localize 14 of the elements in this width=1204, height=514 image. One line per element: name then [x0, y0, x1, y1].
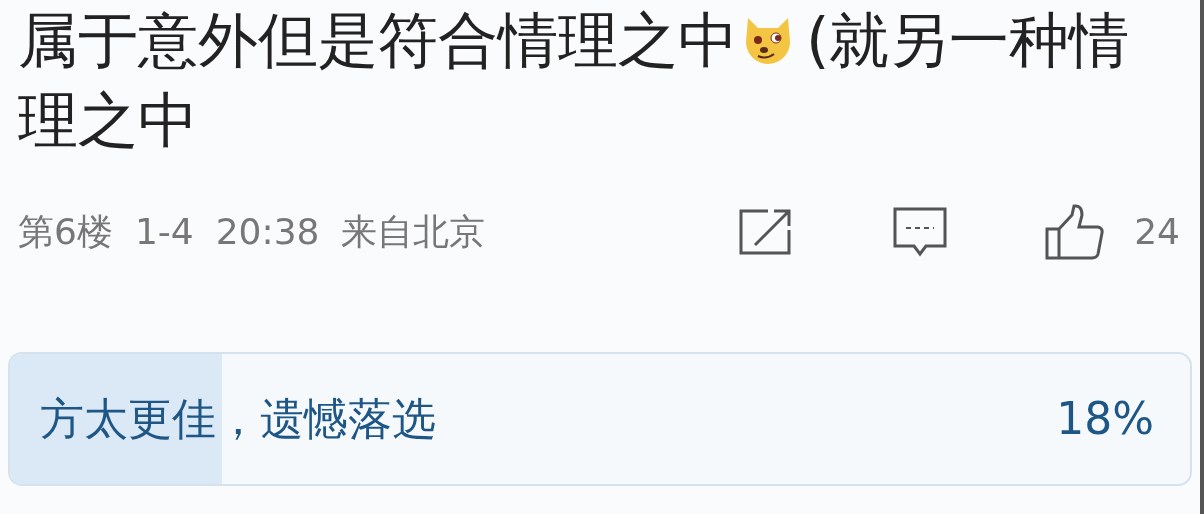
- comment-date: 1-4: [134, 210, 194, 254]
- comment-icon[interactable]: [892, 206, 949, 258]
- comment-time: 20:38: [215, 210, 320, 254]
- poll-option[interactable]: 方太更佳，遗憾落选 18%: [8, 352, 1192, 486]
- comment-text: 属于意外但是符合情理之中: [18, 4, 738, 77]
- comment-text: (就另一种情: [806, 4, 1130, 77]
- like-count: 24: [1134, 210, 1180, 254]
- option-label: 方太更佳，遗憾落选: [39, 392, 436, 446]
- comment-location: 来自北京: [341, 210, 486, 254]
- option-percent: 18%: [1056, 392, 1155, 446]
- thumbs-up-icon[interactable]: [1044, 203, 1107, 261]
- share-icon[interactable]: [738, 208, 793, 256]
- comment-text: 理之中: [18, 84, 198, 157]
- floor-number: 第6楼: [18, 210, 113, 254]
